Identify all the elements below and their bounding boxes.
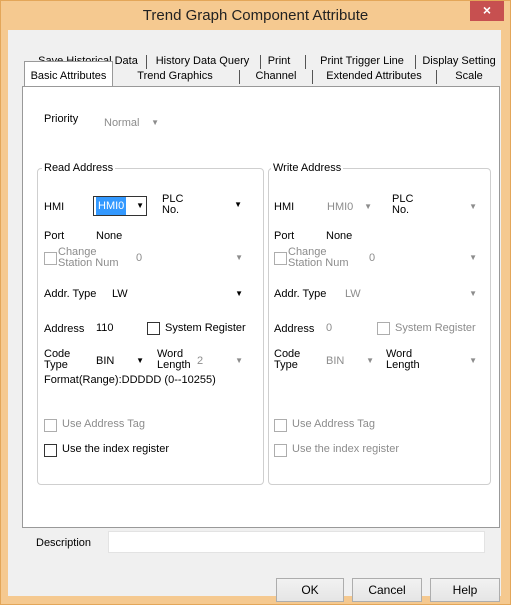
write-station-value: 0 [369,252,376,264]
read-plc-label: PLC No. [162,193,184,216]
read-change-station-checkbox[interactable] [44,252,57,265]
chevron-down-icon: ▼ [235,356,243,365]
write-use-address-tag-checkbox[interactable] [274,419,287,432]
read-use-index-register-checkbox[interactable] [44,444,57,457]
write-address-title: Write Address [271,162,344,174]
read-addr-type-label: Addr. Type [44,288,97,300]
read-word-length-value: 2 [197,355,204,367]
write-use-address-tag-label: Use Address Tag [292,418,375,430]
write-port-label: Port [274,230,295,242]
read-address-input[interactable]: 110 [92,319,134,337]
write-addr-type-label: Addr. Type [274,288,327,300]
tab-scale[interactable]: Scale [444,68,494,85]
read-code-type-combo[interactable]: BIN ▼ [92,352,147,370]
read-word-length-label: Word Length [157,348,191,371]
write-use-index-register-label: Use the index register [292,443,399,455]
write-plc-label: PLC No. [392,193,414,216]
chevron-down-icon: ▼ [469,356,477,365]
window-title: Trend Graph Component Attribute [142,7,369,24]
read-hmi-value: HMI0 [96,197,127,215]
read-hmi-combo[interactable]: HMI0 ▼ [93,196,147,216]
write-hmi-label: HMI [274,201,295,213]
chevron-down-icon: ▼ [469,202,477,211]
read-port-value: None [96,230,123,242]
write-change-station-checkbox[interactable] [274,252,287,265]
write-addr-type-value: LW [345,288,361,300]
read-addr-type-combo[interactable]: LW ▼ [108,285,246,303]
read-port-label: Port [44,230,65,242]
read-use-address-tag-checkbox[interactable] [44,419,57,432]
read-system-register-label: System Register [165,322,246,334]
description-label: Description [36,537,92,549]
write-hmi-value: HMI0 [327,201,354,213]
tab-separator [436,70,437,84]
tab-separator [146,55,147,69]
help-button[interactable]: Help [430,578,500,602]
read-use-address-tag-label: Use Address Tag [62,418,145,430]
read-addr-type-value: LW [112,288,128,300]
tab-separator [312,70,313,84]
cancel-button[interactable]: Cancel [352,578,422,602]
ok-button[interactable]: OK [276,578,344,602]
read-use-index-register-label: Use the index register [62,443,169,455]
title-bar: Trend Graph Component Attribute × [1,1,510,31]
write-code-type-value: BIN [326,355,345,367]
chevron-down-icon: ▼ [235,253,243,262]
write-change-station-label: Change Station Num [288,246,349,269]
write-addr-type-combo[interactable]: LW ▼ [341,285,480,303]
chevron-down-icon: ▼ [234,200,242,209]
chevron-down-icon: ▼ [151,118,159,127]
write-address-value: 0 [326,322,333,334]
priority-label: Priority [44,113,79,125]
read-plc-combo[interactable]: ▼ [193,196,245,214]
write-address-label: Address [274,323,315,335]
write-hmi-combo[interactable]: HMI0 ▼ [323,198,375,216]
close-button[interactable]: × [470,1,504,21]
write-code-type-combo[interactable]: BIN ▼ [322,352,377,370]
write-code-type-label: Code Type [274,348,301,371]
read-station-value: 0 [136,252,143,264]
chevron-down-icon: ▼ [469,289,477,298]
read-code-type-label: Code Type [44,348,71,371]
write-word-length-label: Word Length [386,348,420,371]
tab-trend-graphics[interactable]: Trend Graphics [130,68,220,85]
tab-basic-attributes[interactable]: Basic Attributes [25,68,112,85]
write-station-combo[interactable]: 0 ▼ [365,249,480,267]
read-address-title: Read Address [42,162,116,174]
chevron-down-icon: ▼ [469,253,477,262]
write-plc-combo[interactable]: ▼ [428,198,480,216]
chevron-down-icon: ▼ [366,356,374,365]
priority-value: Normal [104,117,140,129]
chevron-down-icon: ▼ [235,289,243,298]
tab-separator [305,55,306,69]
tab-separator [415,55,416,69]
tab-channel[interactable]: Channel [247,68,305,85]
read-word-length-combo[interactable]: 2 ▼ [193,352,246,370]
tab-extended-attributes[interactable]: Extended Attributes [318,68,430,85]
tab-row-front: Basic Attributes Trend Graphics Channel … [22,68,498,85]
read-format-range: Format(Range):DDDDD (0--10255) [44,374,216,386]
chevron-down-icon: ▼ [364,202,372,211]
read-code-type-value: BIN [96,355,115,367]
read-station-combo[interactable]: 0 ▼ [132,249,246,267]
write-use-index-register-checkbox[interactable] [274,444,287,457]
read-address-label: Address [44,323,85,335]
chevron-down-icon: ▼ [136,356,144,365]
read-change-station-label: Change Station Num [58,246,119,269]
read-address-value: 110 [96,322,114,334]
tab-separator [260,55,261,69]
read-hmi-label: HMI [44,201,65,213]
write-system-register-checkbox[interactable] [377,322,390,335]
priority-combo[interactable]: Normal ▼ [100,114,162,132]
write-address-input[interactable]: 0 [322,319,364,337]
description-input[interactable] [108,531,485,553]
write-port-value: None [326,230,353,242]
write-word-length-combo[interactable]: ▼ [428,352,480,370]
chevron-down-icon: ▼ [136,201,144,210]
tab-separator [239,70,240,84]
read-system-register-checkbox[interactable] [147,322,160,335]
write-system-register-label: System Register [395,322,476,334]
